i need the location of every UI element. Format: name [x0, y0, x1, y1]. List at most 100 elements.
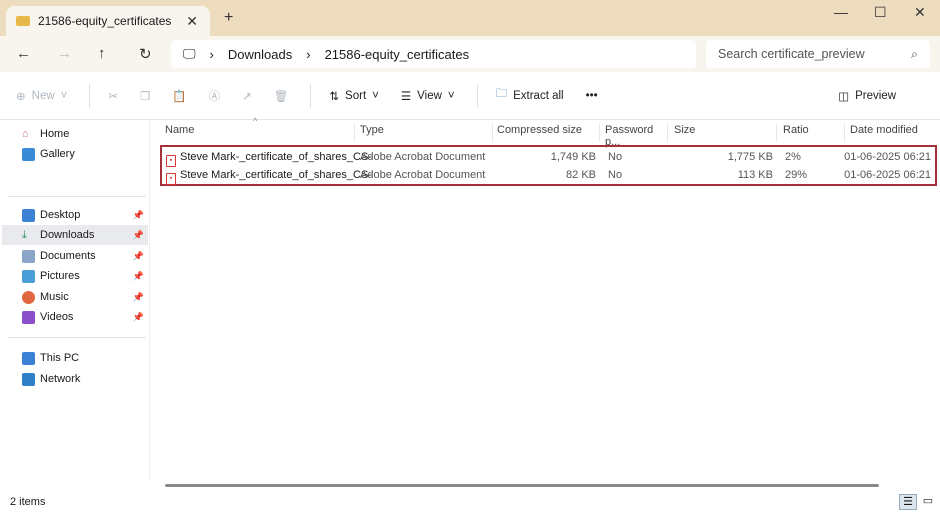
tiles-view-icon[interactable]: ▭ — [919, 494, 937, 510]
preview-label: Preview — [855, 90, 896, 102]
tab-active[interactable]: 21586-equity_certificates ✕ — [6, 6, 210, 36]
file-compressed-size: 1,749 KB — [550, 151, 596, 163]
new-tab-button[interactable]: + — [224, 9, 233, 27]
file-compressed-size: 82 KB — [566, 169, 596, 181]
file-row[interactable]: ▪ Steve Mark-_certificate_of_shares_CS- A… — [162, 166, 935, 185]
more-options-button[interactable]: ••• — [586, 90, 598, 102]
file-type: Adobe Acrobat Document — [360, 169, 486, 181]
sidebar-label: Network — [40, 373, 81, 385]
sidebar-item-documents[interactable]: Documents 📌 — [22, 246, 148, 266]
sidebar-item-desktop[interactable]: Desktop 📌 — [22, 205, 148, 225]
file-ratio: 29% — [785, 169, 808, 181]
sidebar-label: Music — [40, 291, 69, 303]
divider — [310, 83, 312, 108]
maximize-button[interactable]: ☐ — [874, 4, 887, 21]
column-headers: ^ Name Type Compressed size Password p..… — [155, 116, 940, 148]
column-type[interactable]: Type — [360, 124, 493, 142]
column-name[interactable]: Name — [165, 124, 355, 142]
sidebar-item-pictures[interactable]: Pictures 📌 — [22, 266, 148, 286]
delete-icon[interactable]: 🗑 — [274, 89, 289, 103]
file-name: Steve Mark-_certificate_of_shares_CS- — [180, 169, 372, 181]
sort-icon: ⇅ — [329, 90, 340, 103]
divider — [8, 196, 146, 197]
pin-icon[interactable]: 📌 — [133, 210, 144, 221]
pin-icon[interactable]: 📌 — [133, 271, 144, 282]
divider — [476, 83, 478, 108]
share-icon[interactable]: ↗ — [242, 89, 252, 103]
address-row: ← → ↑ ↻ 🖵 › Downloads › 21586-equity_certi… — [0, 36, 940, 72]
extract-icon: 🗀 — [495, 88, 508, 100]
sidebar-label: This PC — [40, 352, 80, 364]
column-password[interactable]: Password p... — [605, 124, 668, 148]
forward-button[interactable]: → — [57, 45, 72, 62]
download-icon: ⤓ — [22, 228, 27, 241]
chevron-down-icon: ˅ — [447, 89, 455, 102]
file-size: 113 KB — [737, 169, 773, 181]
sidebar-item-videos[interactable]: Videos 📌 — [22, 307, 148, 327]
horizontal-scrollbar[interactable] — [165, 484, 879, 487]
extract-all-button[interactable]: 🗀 Extract all — [496, 86, 564, 105]
sidebar-item-this-pc[interactable]: This PC — [22, 348, 148, 368]
rename-icon[interactable]: Ⓐ — [209, 88, 221, 104]
command-bar: ⊕ New ˅ ✂ ❐ 📋 Ⓐ ↗ 🗑 ⇅ Sort ˅ ☰ View ˅ 🗀 Extract… — [0, 72, 940, 120]
new-label: New — [31, 89, 55, 102]
sort-button[interactable]: ⇅ Sort ˅ — [329, 89, 378, 103]
paste-icon[interactable]: 📋 — [172, 89, 186, 103]
divider — [8, 337, 146, 338]
view-icon: ☰ — [400, 90, 412, 103]
preview-button[interactable]: ◫ Preview — [838, 89, 896, 103]
chevron-right-icon: › — [306, 46, 311, 62]
view-button[interactable]: ☰ View ˅ — [401, 89, 455, 103]
details-view-icon[interactable]: ☰ — [899, 494, 917, 510]
preview-pane-icon: ◫ — [838, 91, 850, 103]
file-password: No — [608, 169, 623, 181]
folder-icon — [16, 16, 30, 26]
close-tab-icon[interactable]: ✕ — [186, 13, 198, 30]
sidebar-item-home[interactable]: ⌂ Home — [22, 124, 148, 144]
sidebar-label: Documents — [40, 250, 96, 262]
cut-icon[interactable]: ✂ — [108, 89, 118, 103]
sort-label: Sort — [345, 89, 367, 102]
sidebar-item-music[interactable]: Music 📌 — [22, 287, 148, 307]
column-compressed-size[interactable]: Compressed size — [497, 124, 600, 142]
sidebar-label: Downloads — [40, 229, 95, 241]
back-button[interactable]: ← — [16, 45, 31, 62]
sidebar-label: Gallery — [40, 148, 75, 160]
breadcrumb-downloads[interactable]: Downloads — [228, 47, 292, 62]
file-row[interactable]: ▪ Steve Mark-_certificate_of_shares_CS- A… — [162, 148, 935, 167]
sidebar-item-network[interactable]: Network — [22, 369, 148, 389]
file-type: Adobe Acrobat Document — [360, 151, 486, 163]
file-ratio: 2% — [785, 151, 801, 163]
gallery-icon — [22, 147, 35, 161]
up-button[interactable]: ↑ — [98, 45, 106, 62]
new-button[interactable]: ⊕ New ˅ — [16, 89, 67, 103]
sidebar-item-gallery[interactable]: Gallery — [22, 144, 148, 164]
column-date-modified[interactable]: Date modified — [850, 124, 940, 142]
plus-circle-icon: ⊕ — [16, 90, 26, 103]
file-date: 01-06-2025 06:21 — [844, 169, 931, 181]
minimize-button[interactable]: — — [834, 4, 848, 20]
desktop-icon — [22, 208, 35, 222]
column-size[interactable]: Size — [674, 124, 777, 142]
network-icon — [22, 372, 35, 386]
column-ratio[interactable]: Ratio — [783, 124, 845, 142]
pin-icon[interactable]: 📌 — [133, 251, 144, 262]
pin-icon[interactable]: 📌 — [133, 292, 144, 303]
file-date: 01-06-2025 06:21 — [844, 151, 931, 163]
close-window-button[interactable]: ✕ — [914, 4, 926, 21]
refresh-button[interactable]: ↻ — [139, 45, 152, 63]
sidebar-item-downloads[interactable]: ⤓ Downloads 📌 — [2, 225, 148, 245]
pin-icon[interactable]: 📌 — [133, 230, 144, 241]
search-placeholder: Search certificate_preview — [718, 47, 865, 61]
copy-icon[interactable]: ❐ — [140, 89, 150, 103]
pdf-icon: ▪ — [166, 173, 176, 185]
sidebar-label: Home — [40, 128, 70, 140]
breadcrumb-folder[interactable]: 21586-equity_certificates — [325, 47, 470, 62]
pin-icon[interactable]: 📌 — [133, 312, 144, 323]
divider — [89, 83, 91, 108]
file-password: No — [608, 151, 623, 163]
home-icon: ⌂ — [22, 127, 29, 140]
search-input[interactable]: Search certificate_preview ⌕ — [706, 40, 930, 68]
view-label: View — [417, 89, 442, 102]
address-bar[interactable]: 🖵 › Downloads › 21586-equity_certificates — [171, 40, 696, 68]
